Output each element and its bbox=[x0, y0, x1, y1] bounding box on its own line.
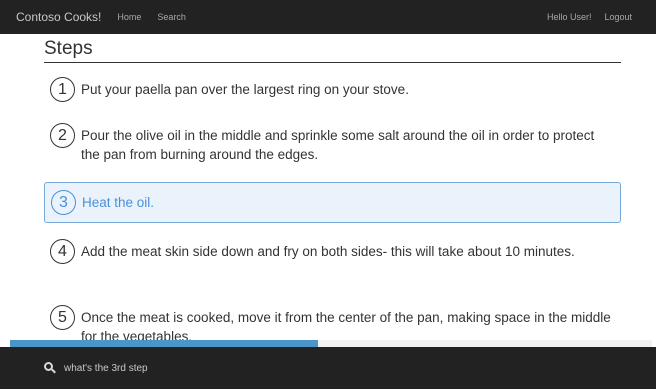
step-item-1[interactable]: 1 Put your paella pan over the largest r… bbox=[44, 77, 621, 102]
steps-content: Steps 1 Put your paella pan over the lar… bbox=[0, 34, 656, 340]
step-number-badge: 2 bbox=[50, 123, 75, 148]
nav-link-home[interactable]: Home bbox=[117, 12, 141, 22]
step-text: Pour the olive oil in the middle and spr… bbox=[81, 128, 595, 162]
step-item-3[interactable]: 3 Heat the oil. bbox=[44, 182, 621, 223]
step-item-2[interactable]: 2 Pour the olive oil in the middle and s… bbox=[44, 123, 621, 164]
step-number-badge: 4 bbox=[50, 239, 75, 264]
nav-link-search[interactable]: Search bbox=[157, 12, 186, 22]
brand-link[interactable]: Contoso Cooks! bbox=[16, 10, 101, 24]
step-number-badge: 5 bbox=[50, 305, 75, 330]
search-icon bbox=[44, 362, 56, 374]
logout-link[interactable]: Logout bbox=[604, 12, 632, 22]
step-progress-bar bbox=[10, 340, 652, 347]
search-query-text[interactable]: what's the 3rd step bbox=[64, 363, 148, 374]
top-navbar: Contoso Cooks! Home Search Hello User! L… bbox=[0, 0, 656, 34]
step-text: Put your paella pan over the largest rin… bbox=[81, 82, 409, 97]
progress-fill bbox=[10, 340, 319, 347]
step-item-5[interactable]: 5 Once the meat is cooked, move it from … bbox=[44, 305, 621, 340]
step-text: Heat the oil. bbox=[82, 195, 155, 210]
page-title: Steps bbox=[44, 38, 93, 59]
step-item-4[interactable]: 4 Add the meat skin side down and fry on… bbox=[44, 239, 621, 264]
step-text: Add the meat skin side down and fry on b… bbox=[81, 244, 575, 259]
step-number-badge: 1 bbox=[50, 77, 75, 102]
step-text: Once the meat is cooked, move it from th… bbox=[81, 310, 611, 340]
voice-search-bar: what's the 3rd step bbox=[0, 347, 656, 389]
step-number-badge: 3 bbox=[51, 190, 76, 215]
title-divider bbox=[44, 62, 621, 63]
user-greeting-link[interactable]: Hello User! bbox=[547, 12, 592, 22]
